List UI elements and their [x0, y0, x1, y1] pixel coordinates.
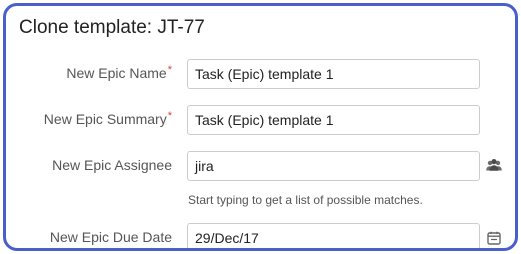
- epic-name-label: New Epic Name*: [66, 64, 172, 81]
- epic-assignee-input[interactable]: jira: [187, 151, 480, 181]
- epic-summary-input[interactable]: Task (Epic) template 1: [187, 105, 480, 135]
- required-asterisk: *: [167, 110, 172, 122]
- epic-summary-label: New Epic Summary*: [43, 110, 172, 127]
- epic-due-date-input[interactable]: 29/Dec/17: [187, 223, 480, 248]
- calendar-icon[interactable]: [487, 231, 501, 245]
- group-users-icon[interactable]: [485, 158, 503, 172]
- epic-name-input[interactable]: Task (Epic) template 1: [187, 59, 480, 89]
- epic-name-label-text: New Epic Name: [66, 65, 167, 81]
- assignee-hint-text: Start typing to get a list of possible m…: [188, 193, 423, 207]
- epic-due-date-label: New Epic Due Date: [49, 229, 172, 245]
- required-asterisk: *: [167, 64, 172, 76]
- clone-template-dialog: Clone template: JT-77 New Epic Name* Tas…: [3, 3, 518, 251]
- epic-assignee-label: New Epic Assignee: [52, 157, 172, 173]
- dialog-title: Clone template: JT-77: [19, 17, 205, 38]
- epic-summary-label-text: New Epic Summary: [43, 111, 167, 127]
